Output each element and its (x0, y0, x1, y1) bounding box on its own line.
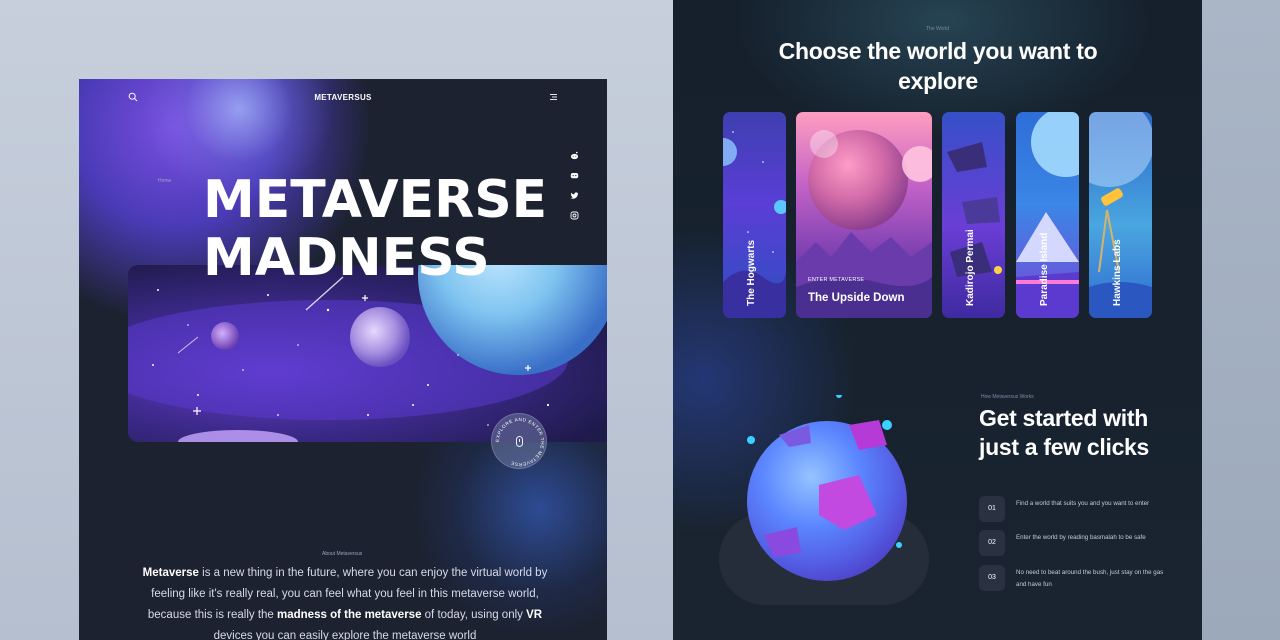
step-number: 01 (979, 496, 1005, 522)
breadcrumb-world: The World (926, 26, 949, 32)
world-card-kadirojo[interactable]: Kadirojo Permai (942, 112, 1005, 318)
breadcrumb-home[interactable]: Home (158, 178, 171, 184)
world-section-title: Choose the world you want to explore (778, 38, 1098, 94)
mouse-scroll-icon (516, 436, 523, 447)
step-number: 02 (979, 530, 1005, 556)
background-right (1202, 0, 1280, 640)
world-card-hawkins[interactable]: Hawkins Labs (1089, 112, 1152, 318)
about-bold-madness: madness of the metaverse (277, 609, 422, 621)
home-page-frame: METAVERSUS Home METAVERSE MADNESS EXPLOR… (79, 79, 607, 640)
world-card-label: Kadirojo Permai (965, 229, 976, 306)
breadcrumb-about: About Metaversus (322, 551, 363, 557)
instagram-icon[interactable] (570, 207, 579, 220)
explore-metaverse-badge[interactable]: EXPLORE AND ENTER THE METAVERSE (491, 413, 547, 469)
world-card-label: Paradise Island (1039, 232, 1050, 306)
social-links (570, 147, 580, 227)
step-text: Enter the world by reading basmalah to b… (1016, 534, 1146, 541)
about-bold-vr: VR (526, 609, 543, 621)
step-item: 01 Find a world that suits you and you w… (979, 496, 1179, 522)
about-paragraph: Metaverse is a new thing in the future, … (141, 563, 549, 640)
upside-down-art (796, 130, 932, 318)
step-item: 02 Enter the world by reading basmalah t… (979, 530, 1179, 556)
world-card-paradise[interactable]: Paradise Island (1016, 112, 1079, 318)
breadcrumb-how: How Metaversus Works (981, 394, 1034, 400)
step-text: Find a world that suits you and you want… (1016, 500, 1150, 507)
about-text-2: of today, using only (421, 609, 527, 621)
hero-title-line-2: MADNESS (203, 228, 490, 288)
planet-illustration (719, 395, 929, 605)
about-bold-metaverse: Metaverse (142, 567, 199, 579)
step-text: No need to beat around the bush, just st… (1016, 569, 1164, 588)
enter-metaverse-tag: ENTER METAVERSE (808, 277, 865, 283)
navbar: METAVERSUS (79, 79, 607, 115)
about-text-3: devices you can easily explore the metav… (213, 630, 477, 640)
discord-icon[interactable] (570, 167, 579, 179)
world-card-hogwarts[interactable]: The Hogwarts (723, 112, 786, 318)
step-number: 03 (979, 565, 1005, 591)
how-section-title: Get started with just a few clicks (979, 405, 1150, 460)
twitter-icon[interactable] (570, 187, 579, 199)
step-item: 03 No need to beat around the bush, just… (979, 565, 1179, 591)
world-page-frame: The World Choose the world you want to e… (673, 0, 1202, 640)
planet-details (747, 395, 902, 557)
brand-logo[interactable]: METAVERSUS (79, 93, 607, 102)
world-card-label: The Hogwarts (746, 239, 757, 306)
world-card-label: The Upside Down (808, 292, 905, 304)
world-card-upside-down[interactable]: ENTER METAVERSE The Upside Down (796, 112, 932, 318)
menu-icon[interactable] (549, 93, 558, 101)
reddit-icon[interactable] (570, 147, 579, 160)
hero-title: METAVERSE MADNESS (203, 171, 547, 287)
world-card-label: Hawkins Labs (1112, 239, 1123, 306)
hero-title-line-1: METAVERSE (203, 170, 548, 230)
